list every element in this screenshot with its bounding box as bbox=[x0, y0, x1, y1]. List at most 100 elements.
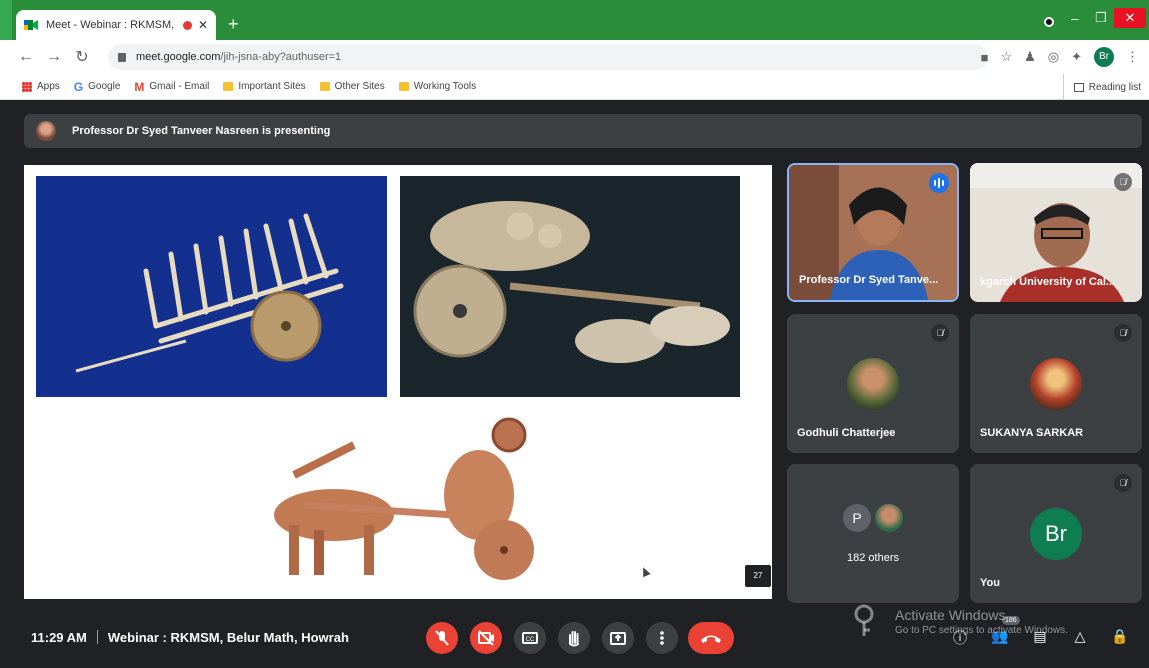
bullock-cart-photo-2 bbox=[400, 176, 740, 397]
profile-indicator-icon[interactable] bbox=[1044, 17, 1054, 27]
forward-icon[interactable]: → bbox=[40, 48, 68, 66]
more-options-button[interactable] bbox=[646, 622, 678, 654]
google-icon: G bbox=[73, 79, 84, 94]
presenting-banner: Professor Dr Syed Tanveer Nasreen is pre… bbox=[24, 114, 1142, 148]
url-input[interactable]: meet.google.com/jih-jsna-aby?authuser=1 bbox=[108, 44, 988, 70]
browser-tab-meet[interactable]: Meet - Webinar : RKMSM, Be ✕ bbox=[16, 10, 216, 40]
activate-windows-watermark: Activate Windows Go to PC settings to ac… bbox=[895, 607, 1068, 636]
mic-off-icon: 🎙̸ bbox=[1114, 173, 1132, 191]
bookmark-apps[interactable]: Apps bbox=[22, 81, 60, 92]
participant-tile-sukanya[interactable]: 🎙̸ SUKANYA SARKAR bbox=[970, 314, 1142, 453]
bookmark-label: Other Sites bbox=[334, 81, 385, 92]
participant-name: Professor Dr Syed Tanve... bbox=[799, 274, 939, 286]
tab-title: Meet - Webinar : RKMSM, Be bbox=[46, 19, 177, 31]
bookmark-label: Working Tools bbox=[413, 81, 477, 92]
bookmark-label: Gmail - Email bbox=[149, 81, 210, 92]
participant-tile-presenter[interactable]: Professor Dr Syed Tanve... bbox=[787, 163, 959, 302]
bookmark-working-tools[interactable]: Working Tools bbox=[398, 81, 477, 92]
close-tab-icon[interactable]: ✕ bbox=[198, 18, 208, 32]
apps-grid-icon bbox=[22, 81, 32, 92]
others-avatar: P bbox=[843, 504, 871, 532]
activities-icon[interactable]: △ bbox=[1070, 628, 1090, 645]
address-bar-row: ← → ↻ meet.google.com/jih-jsna-aby?authu… bbox=[0, 40, 1149, 74]
watermark-line2: Go to PC settings to activate Windows. bbox=[895, 625, 1068, 636]
svg-text:CC: CC bbox=[526, 637, 535, 643]
meeting-info: 11:29 AM Webinar : RKMSM, Belur Math, How… bbox=[31, 630, 349, 645]
participant-tile-godhuli[interactable]: 🎙̸ Godhuli Chatterjee bbox=[787, 314, 959, 453]
menu-kebab-icon[interactable]: ⋮ bbox=[1126, 49, 1139, 65]
browser-tab-bar: Meet - Webinar : RKMSM, Be ✕ + – ❐ ✕ bbox=[0, 0, 1149, 40]
mic-off-icon: 🎙̸ bbox=[1114, 324, 1132, 342]
folder-icon bbox=[319, 82, 330, 91]
puzzle-icon[interactable]: ✦ bbox=[1071, 49, 1082, 65]
mic-off-icon: 🎙̸ bbox=[1114, 474, 1132, 492]
profile-avatar[interactable]: Br bbox=[1094, 47, 1114, 67]
reload-icon[interactable]: ↻ bbox=[68, 47, 96, 67]
camera-icon[interactable]: ■ bbox=[981, 50, 989, 65]
participant-tile-you[interactable]: Br 🎙̸ You bbox=[970, 464, 1142, 603]
shared-slide: 27 bbox=[24, 165, 772, 599]
folder-icon bbox=[398, 82, 409, 91]
raise-hand-button[interactable] bbox=[558, 622, 590, 654]
participant-avatar bbox=[1030, 358, 1082, 410]
participant-tile-university[interactable]: 🎙̸ kgarch University of Cal... bbox=[970, 163, 1142, 302]
presenter-avatar bbox=[36, 121, 56, 141]
reading-list-button[interactable]: Reading list bbox=[1062, 74, 1141, 100]
meeting-time: 11:29 AM bbox=[31, 630, 87, 645]
maximize-icon[interactable]: ❐ bbox=[1088, 10, 1114, 26]
participant-name: SUKANYA SARKAR bbox=[980, 427, 1084, 439]
back-icon[interactable]: ← bbox=[12, 48, 40, 66]
watermark-line1: Activate Windows bbox=[895, 607, 1006, 623]
host-controls-icon[interactable]: 🔒 bbox=[1110, 628, 1130, 645]
window-controls: – ❐ ✕ bbox=[1062, 8, 1146, 28]
mic-off-icon: 🎙̸ bbox=[931, 324, 949, 342]
bookmark-other-sites[interactable]: Other Sites bbox=[319, 81, 385, 92]
toolbar-icons: ■ ☆ ♟ ◎ ✦ Br ⋮ bbox=[981, 47, 1139, 67]
lock-icon bbox=[118, 52, 126, 62]
bookmark-important-sites[interactable]: Important Sites bbox=[223, 81, 306, 92]
self-avatar: Br bbox=[1030, 508, 1082, 560]
bookmark-gmail[interactable]: M Gmail - Email bbox=[134, 80, 209, 94]
url-host: meet.google.com bbox=[136, 51, 221, 63]
participant-name: Godhuli Chatterjee bbox=[797, 427, 896, 439]
recording-icon bbox=[182, 20, 192, 30]
new-tab-button[interactable]: + bbox=[228, 14, 239, 34]
folder-icon bbox=[223, 82, 234, 91]
others-photo-avatar bbox=[875, 504, 903, 532]
url-path: /jih-jsna-aby?authuser=1 bbox=[220, 51, 342, 63]
bookmark-label: Google bbox=[88, 81, 121, 92]
mouse-cursor-icon bbox=[639, 565, 651, 578]
captions-button[interactable]: CC bbox=[514, 622, 546, 654]
participant-tile-others[interactable]: P 182 others bbox=[787, 464, 959, 603]
slide-number: 27 bbox=[745, 565, 771, 587]
participant-name: You bbox=[980, 577, 1000, 589]
present-screen-button[interactable] bbox=[602, 622, 634, 654]
participant-avatar bbox=[847, 358, 899, 410]
divider bbox=[96, 630, 98, 644]
others-count: 182 others bbox=[847, 552, 899, 564]
bookmark-star-icon[interactable]: ☆ bbox=[1000, 49, 1012, 65]
presenting-text: Professor Dr Syed Tanveer Nasreen is pre… bbox=[72, 125, 331, 137]
tab-strip-edge bbox=[0, 0, 12, 40]
bullock-cart-photo-1 bbox=[36, 176, 387, 397]
extension-2-icon[interactable]: ◎ bbox=[1048, 49, 1059, 65]
extension-icon[interactable]: ♟ bbox=[1024, 49, 1036, 65]
speaking-indicator-icon bbox=[929, 173, 949, 193]
google-meet-icon bbox=[24, 19, 38, 31]
bookmark-label: Important Sites bbox=[238, 81, 306, 92]
bookmark-label: Apps bbox=[37, 81, 60, 92]
participant-name: kgarch University of Cal... bbox=[980, 276, 1116, 288]
microphone-off-button[interactable] bbox=[426, 622, 458, 654]
windows-key-icon bbox=[854, 604, 874, 636]
minimize-icon[interactable]: – bbox=[1062, 11, 1088, 26]
gmail-icon: M bbox=[134, 79, 145, 94]
bookmarks-bar: Apps G Google M Gmail - Email Important Si… bbox=[0, 74, 1149, 100]
camera-off-button[interactable] bbox=[470, 622, 502, 654]
terracotta-cart-photo bbox=[254, 405, 554, 595]
close-window-icon[interactable]: ✕ bbox=[1114, 8, 1146, 28]
leave-call-button[interactable] bbox=[688, 622, 734, 654]
reading-list-icon bbox=[1073, 82, 1084, 92]
meeting-title: Webinar : RKMSM, Belur Math, Howrah bbox=[107, 630, 349, 645]
bookmark-google[interactable]: G Google bbox=[74, 80, 121, 94]
reading-list-label: Reading list bbox=[1088, 81, 1141, 93]
